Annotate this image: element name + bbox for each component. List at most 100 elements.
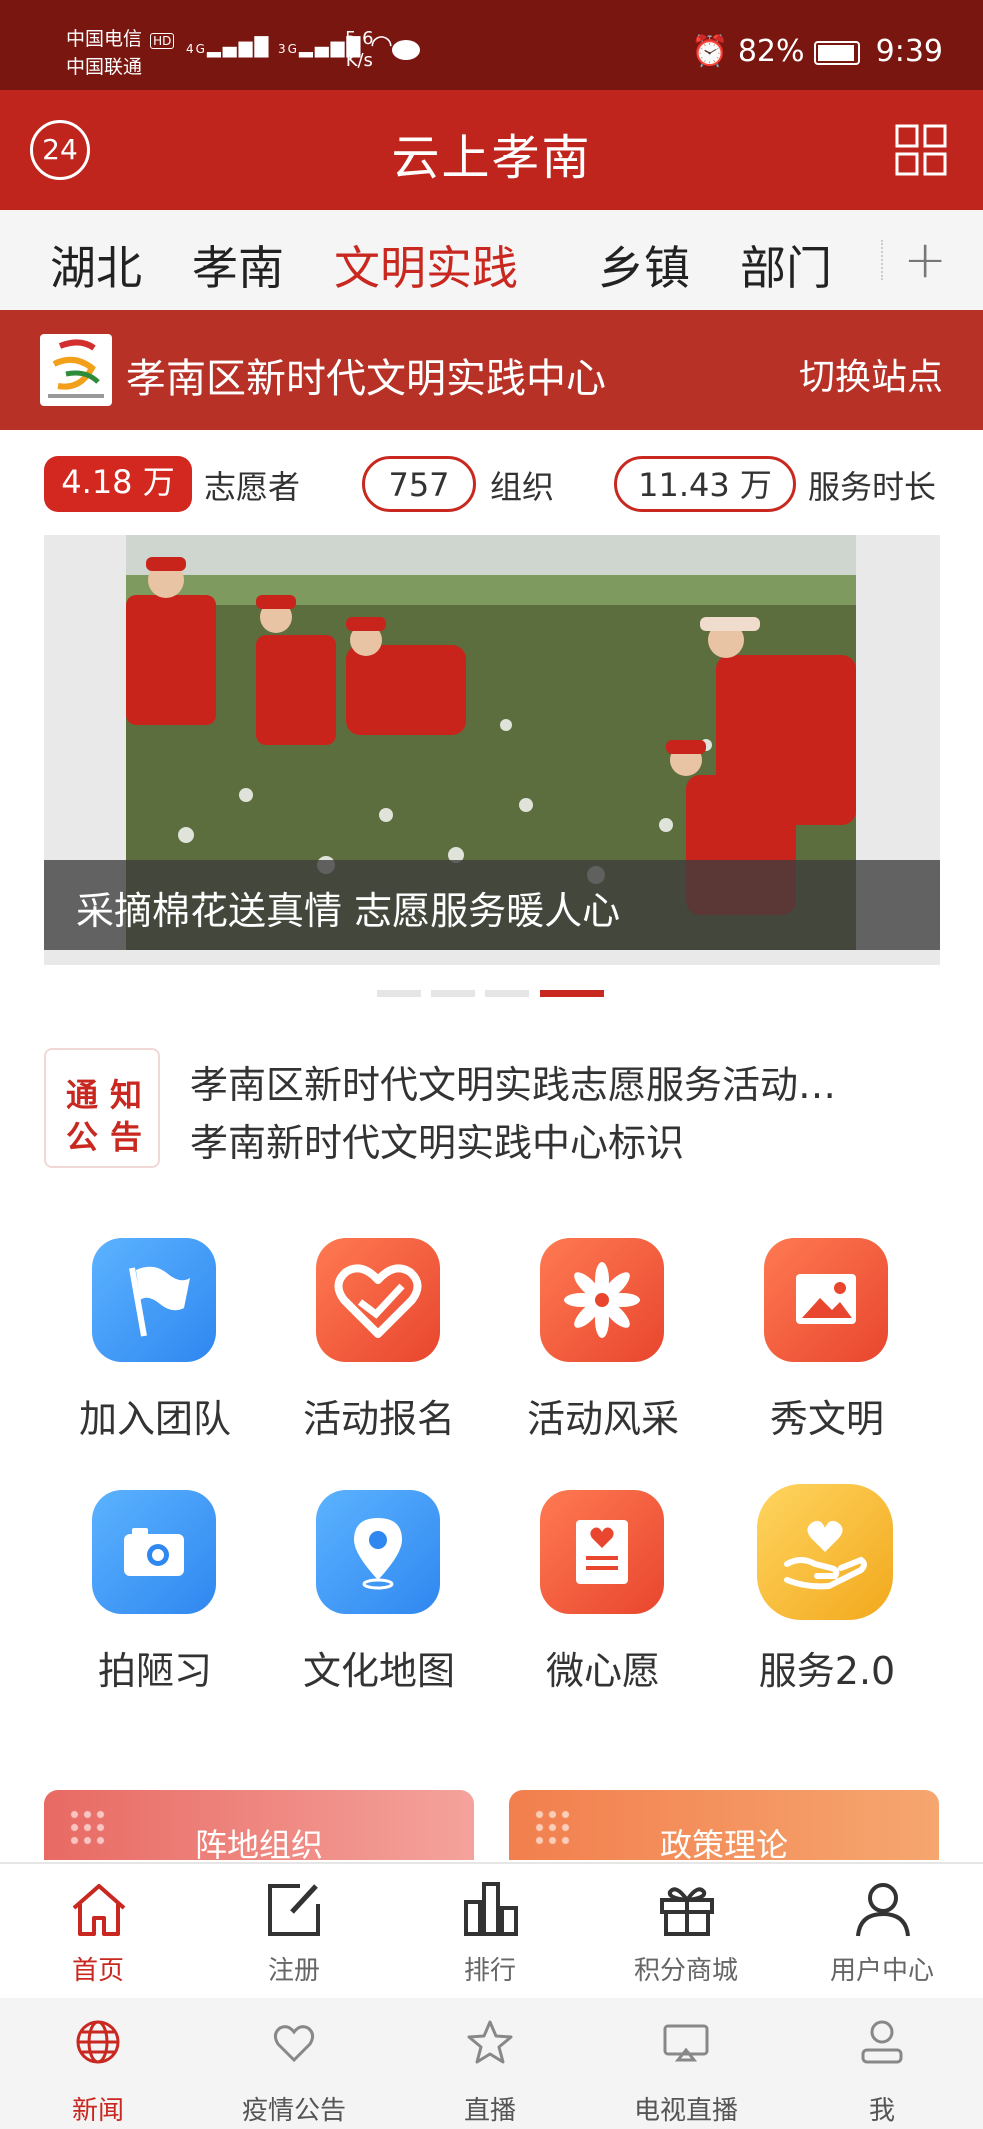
nav-tv-live[interactable]: 电视直播	[588, 1998, 784, 2129]
map-pin-icon	[316, 1490, 440, 1614]
signal-icon: ▂▄▆█	[206, 37, 271, 58]
culture-map-button[interactable]: 文化地图	[269, 1490, 489, 1710]
carousel-indicator	[0, 990, 983, 1000]
nav-epidemic-label: 疫情公告	[241, 2096, 346, 2126]
join-team-button[interactable]: 加入团队	[45, 1238, 265, 1458]
nav-ranking[interactable]: 排行	[392, 1864, 588, 2000]
service-hours-count: 11.43 万	[614, 456, 796, 512]
nav-live-label: 直播	[463, 2096, 516, 2126]
net-speed-value: 5.6	[345, 28, 374, 49]
carousel-dot[interactable]	[485, 990, 529, 997]
show-civility-button[interactable]: 秀文明	[717, 1238, 937, 1458]
carrier-2: 中国联通	[66, 56, 143, 78]
promo-card-label: 政策理论	[659, 1826, 788, 1860]
star-icon	[467, 2020, 513, 2064]
nav-news[interactable]: 新闻	[0, 1998, 196, 2129]
service-2-label: 服务2.0	[758, 1649, 896, 1693]
event-gallery-button[interactable]: 活动风采	[493, 1238, 713, 1458]
carousel-dot[interactable]	[431, 990, 475, 997]
report-bad-habits-label: 拍陋习	[97, 1649, 212, 1693]
globe-icon	[76, 2020, 120, 2064]
stats-row: 4.18 万 志愿者 757 组织 11.43 万 服务时长	[0, 430, 983, 530]
heart-icon	[273, 2025, 315, 2063]
nav-ranking-label: 排行	[463, 1956, 516, 1986]
inner-bottom-nav: 首页 注册 排行 积分商城 用户中心	[0, 1862, 983, 1998]
hd-badge: HD	[150, 33, 175, 49]
station-bar: 孝南区新时代文明实践中心 切换站点	[0, 310, 983, 430]
nav-epidemic[interactable]: 疫情公告	[196, 1998, 392, 2129]
tab-hubei[interactable]: 湖北	[50, 232, 142, 298]
banner-caption-bar: 采摘棉花送真情 志愿服务暖人心	[44, 860, 940, 950]
nav-home[interactable]: 首页	[0, 1864, 196, 2000]
show-civility-label: 秀文明	[769, 1397, 884, 1441]
tab-bumen[interactable]: 部门	[740, 232, 832, 298]
wifi-icon: ◠	[370, 30, 395, 60]
person-icon	[861, 2020, 903, 2064]
tab-xiaonan[interactable]: 孝南	[192, 232, 284, 298]
channel-tabs: 湖北 孝南 文明实践 乡镇 部门 +	[0, 210, 983, 310]
notice-item[interactable]: 孝南新时代文明实践中心标识	[190, 1112, 684, 1167]
wish-card-icon	[540, 1490, 664, 1614]
camera-icon	[92, 1490, 216, 1614]
nav-news-label: 新闻	[71, 2096, 124, 2126]
notice-badge: 通知 公告	[44, 1048, 160, 1168]
user-icon	[856, 1883, 910, 1937]
station-logo	[40, 334, 112, 406]
nav-live[interactable]: 直播	[392, 1998, 588, 2129]
carousel-dot[interactable]	[377, 990, 421, 997]
nav-register[interactable]: 注册	[196, 1864, 392, 2000]
app-header: 24 云上孝南	[0, 90, 983, 210]
tv-icon	[663, 2024, 709, 2062]
flower-icon	[540, 1238, 664, 1362]
report-bad-habits-button[interactable]: 拍陋习	[45, 1490, 265, 1710]
banner-carousel[interactable]: 采摘棉花送真情 志愿服务暖人心	[44, 535, 940, 965]
nav-user-center-label: 用户中心	[829, 1956, 934, 1986]
right-status: ⏰ 82% 9:39	[691, 34, 943, 69]
add-tab-icon[interactable]: +	[903, 230, 947, 290]
heart-in-hand-icon	[757, 1484, 893, 1620]
tab-xiangzhen[interactable]: 乡镇	[598, 232, 690, 298]
nav-me-label: 我	[868, 2096, 895, 2126]
image-icon	[764, 1238, 888, 1362]
banner-caption: 采摘棉花送真情 志愿服务暖人心	[76, 889, 621, 933]
app-title: 云上孝南	[391, 130, 592, 186]
orgs-label: 组织	[490, 468, 555, 506]
micro-wish-button[interactable]: 微心愿	[493, 1490, 713, 1710]
carrier-info: 中国电信 HD 中国联通	[66, 26, 175, 80]
micro-wish-label: 微心愿	[545, 1649, 660, 1693]
net-type-2: 3G	[278, 42, 299, 56]
promo-card-positions[interactable]: 阵地组织	[44, 1790, 474, 1860]
promo-card-policy[interactable]: 政策理论	[509, 1790, 939, 1860]
event-signup-button[interactable]: 活动报名	[269, 1238, 489, 1458]
nav-points-mall-label: 积分商城	[633, 1956, 738, 1986]
clock: 9:39	[875, 34, 943, 69]
event-signup-label: 活动报名	[302, 1397, 455, 1441]
grid-menu-icon[interactable]	[895, 124, 947, 176]
net-type-1: 4G	[186, 42, 207, 56]
notice-item[interactable]: 孝南区新时代文明实践志愿服务活动…	[190, 1054, 836, 1109]
flag-icon	[92, 1238, 216, 1362]
event-gallery-label: 活动风采	[526, 1397, 679, 1441]
nav-points-mall[interactable]: 积分商城	[588, 1864, 784, 2000]
tab-wenming[interactable]: 文明实践	[334, 232, 518, 298]
battery-icon	[814, 40, 861, 65]
bar-chart-icon	[464, 1882, 518, 1936]
culture-map-label: 文化地图	[302, 1649, 455, 1693]
app-bottom-nav: 新闻 疫情公告 直播 电视直播 我	[0, 1998, 983, 2129]
service-2-button[interactable]: 服务2.0	[717, 1484, 937, 1710]
status-bar: 中国电信 HD 中国联通 4G▂▄▆█ 3G▂▄▆█ ◠ 5.6 K/s ⏰ 8…	[0, 0, 983, 90]
tab-divider	[881, 240, 883, 280]
promo-card-label: 阵地组织	[194, 1826, 323, 1860]
orgs-count: 757	[362, 456, 476, 512]
station-name: 孝南区新时代文明实践中心	[126, 356, 606, 402]
heart-hand-icon	[316, 1238, 440, 1362]
volunteers-count: 4.18 万	[44, 456, 192, 512]
nav-me[interactable]: 我	[784, 1998, 980, 2129]
volunteers-label: 志愿者	[204, 468, 301, 506]
switch-station-button[interactable]: 切换站点	[799, 348, 943, 400]
join-team-label: 加入团队	[78, 1397, 231, 1441]
nav-user-center[interactable]: 用户中心	[784, 1864, 980, 2000]
alarm-icon: ⏰	[690, 34, 729, 69]
carousel-dot-active[interactable]	[540, 990, 604, 997]
service-hours-label: 服务时长	[808, 468, 937, 506]
